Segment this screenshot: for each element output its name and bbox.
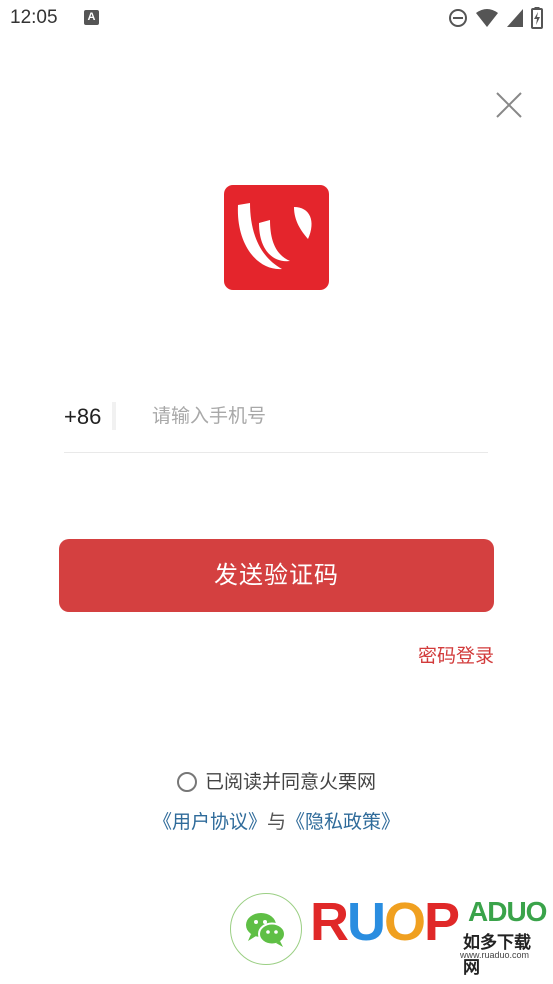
connector-text: 与 bbox=[266, 811, 286, 833]
phone-input[interactable] bbox=[152, 396, 482, 436]
policy-links: 《用户协议》与《隐私政策》 bbox=[0, 807, 553, 834]
wifi-icon bbox=[476, 9, 498, 27]
watermark-brand: RUOP bbox=[310, 892, 460, 952]
wechat-icon bbox=[246, 913, 286, 947]
close-button[interactable] bbox=[494, 90, 524, 120]
user-agreement-link[interactable]: 《用户协议》 bbox=[153, 811, 267, 833]
agree-radio[interactable] bbox=[176, 772, 197, 792]
wechat-login-button[interactable] bbox=[230, 893, 302, 965]
signal-icon bbox=[507, 9, 523, 27]
battery-charging-icon bbox=[531, 7, 543, 29]
do-not-disturb-icon bbox=[449, 9, 467, 27]
country-code[interactable]: +86 bbox=[64, 404, 101, 430]
phone-input-row: +86 bbox=[64, 390, 488, 453]
agreement-text: 已阅读并同意火栗网 bbox=[204, 771, 376, 793]
close-icon bbox=[496, 92, 522, 118]
divider bbox=[112, 402, 116, 430]
watermark-logo: RUOP ADUO 如多下载网 www.ruaduo.com bbox=[310, 890, 550, 980]
send-code-button[interactable]: 发送验证码 bbox=[59, 539, 494, 612]
privacy-policy-link[interactable]: 《隐私政策》 bbox=[286, 811, 400, 833]
watermark-brand-tail: ADUO bbox=[468, 896, 547, 927]
app-logo bbox=[224, 185, 329, 290]
status-time: 12:05 bbox=[10, 7, 58, 28]
status-bar: 12:05 A bbox=[0, 0, 553, 38]
watermark-url: www.ruaduo.com bbox=[460, 950, 530, 960]
password-login-link[interactable]: 密码登录 bbox=[418, 641, 494, 668]
agreement-row: 已阅读并同意火栗网 bbox=[0, 767, 553, 794]
notification-a-icon: A bbox=[84, 10, 99, 25]
status-icons bbox=[448, 7, 543, 29]
